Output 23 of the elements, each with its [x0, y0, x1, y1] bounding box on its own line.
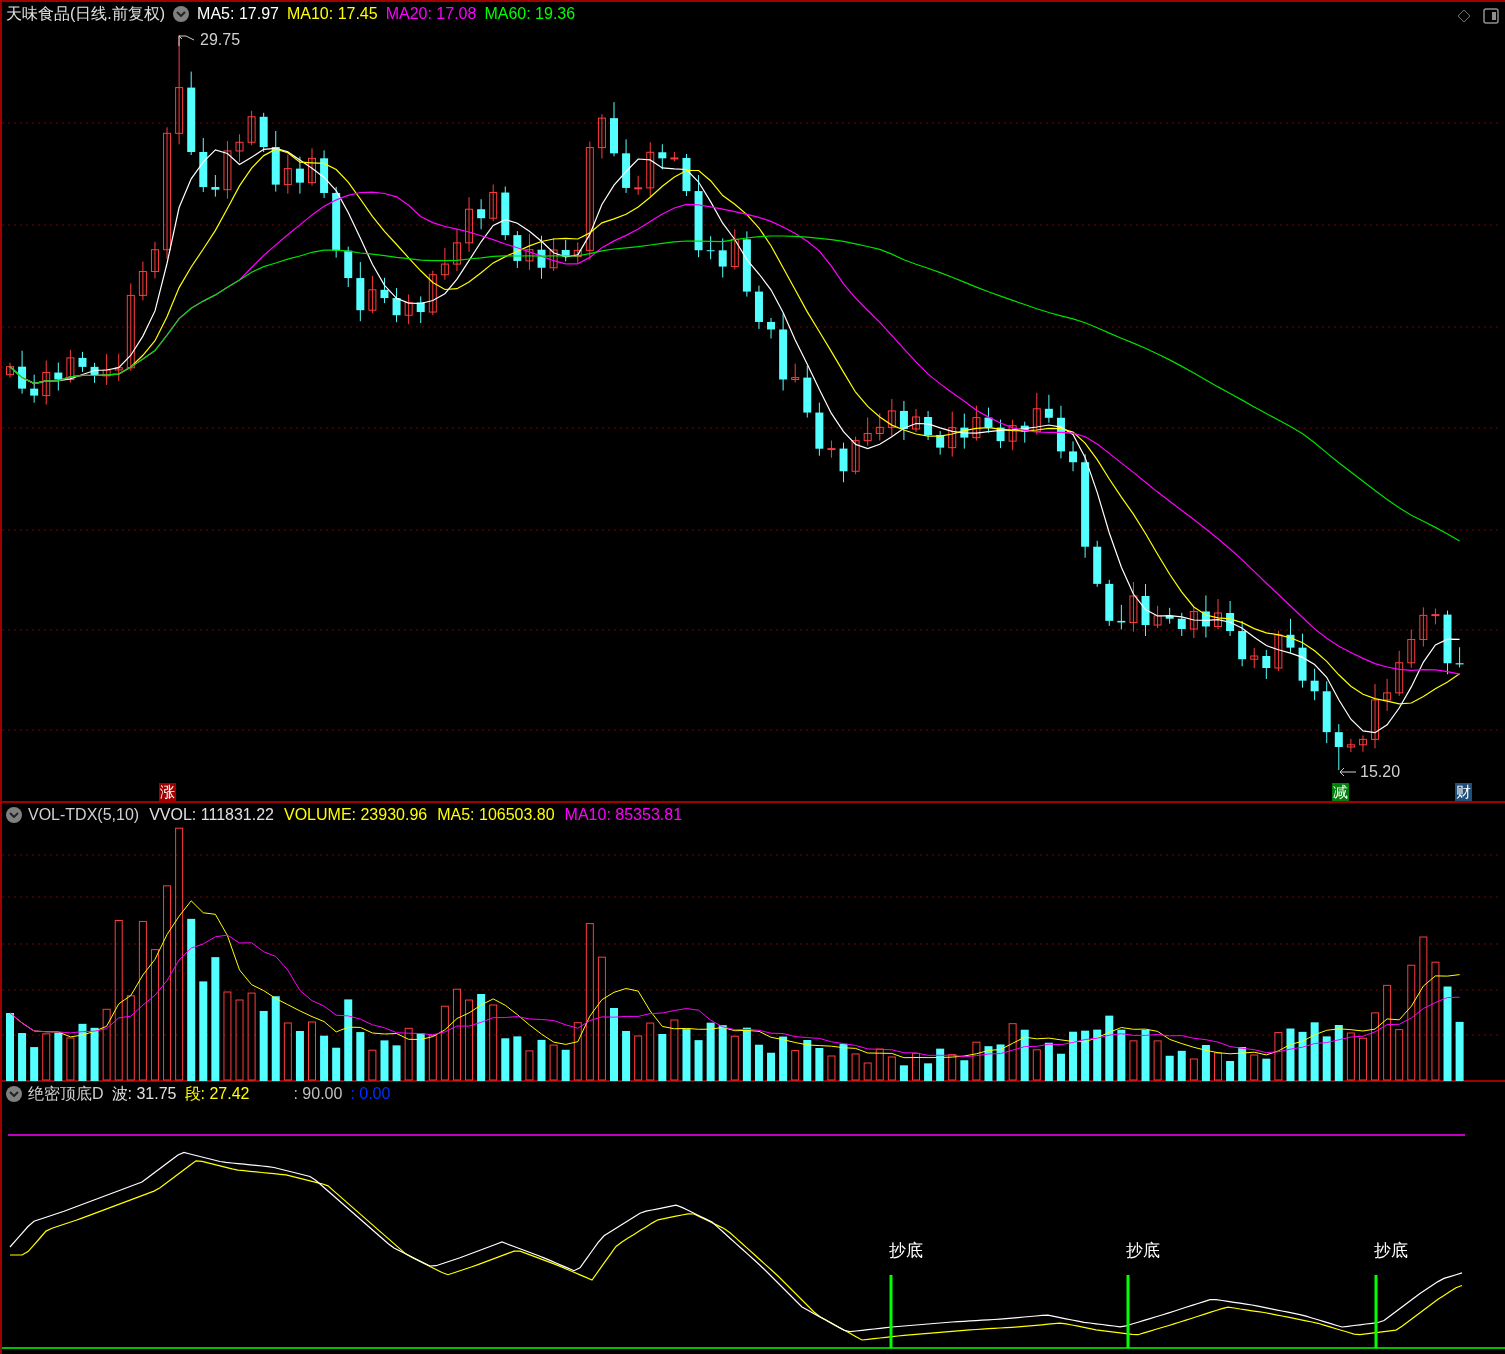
- indicator-value: MA10: 85353.81: [564, 807, 683, 823]
- stock-title: 天味食品(日线.前复权): [6, 6, 166, 22]
- indicator-name: VOL-TDX(5,10): [28, 807, 140, 823]
- indicator-value: 段: 27.42: [184, 1086, 250, 1102]
- ma-value: MA60: 19.36: [484, 6, 576, 22]
- ma-value: MA10: 17.45: [286, 6, 378, 22]
- signal-label: 抄底: [1374, 1242, 1408, 1259]
- indicator-value: VVOL: 111831.22: [149, 807, 274, 823]
- signal-label: 抄底: [889, 1242, 923, 1259]
- indicator-value: : 90.00: [293, 1086, 343, 1102]
- indicator-value: VOLUME: 23930.96: [284, 807, 428, 823]
- high-price-label: 29.75: [200, 32, 241, 48]
- ma-value: MA5: 17.97: [197, 6, 279, 22]
- event-marker: 财: [1455, 783, 1472, 801]
- signal-label: 抄底: [1126, 1242, 1160, 1259]
- indicator-value: : 0.00: [350, 1086, 391, 1102]
- indicator-value: 波: 31.75: [111, 1086, 177, 1102]
- indicator-name: 绝密顶底D: [28, 1086, 104, 1102]
- ma-value: MA20: 17.08: [385, 6, 477, 22]
- indicator-value: MA5: 106503.80: [437, 807, 555, 823]
- low-price-label: 15.20: [1360, 764, 1401, 780]
- event-marker: 涨: [159, 783, 176, 801]
- event-marker: 减: [1332, 783, 1349, 801]
